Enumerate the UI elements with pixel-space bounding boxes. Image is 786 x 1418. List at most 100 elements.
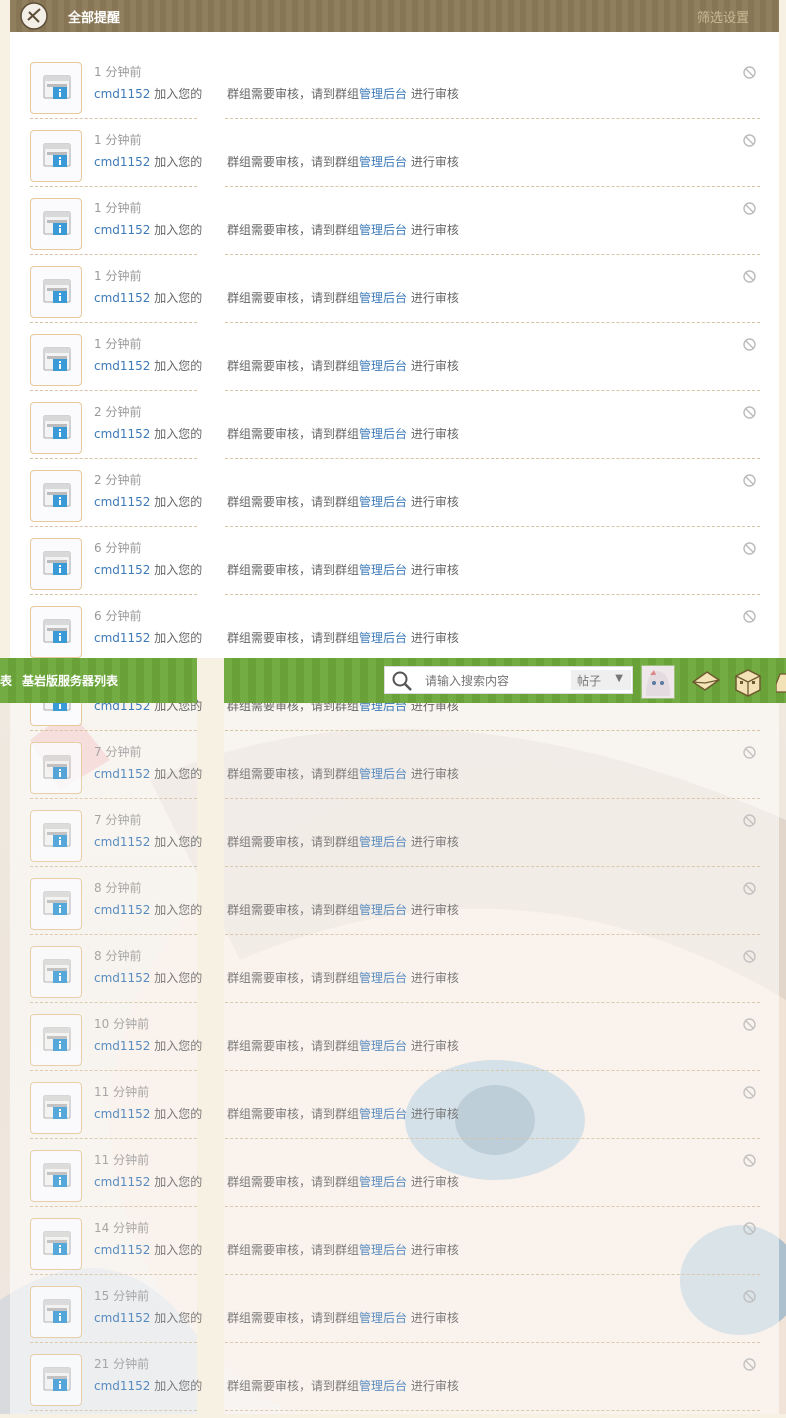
admin-panel-link[interactable]: 管理后台 (359, 903, 407, 917)
group-avatar[interactable] (30, 878, 82, 930)
admin-panel-link[interactable]: 管理后台 (359, 563, 407, 577)
user-link[interactable]: cmd1152 (94, 291, 150, 305)
group-avatar[interactable] (30, 1014, 82, 1066)
search-input[interactable] (423, 672, 557, 690)
box-notification-icon[interactable] (732, 666, 764, 702)
group-avatar[interactable] (30, 266, 82, 318)
join-text: 加入您的 (150, 427, 203, 441)
search-type-select[interactable]: 帖子 ▼ (571, 670, 631, 690)
admin-panel-link[interactable]: 管理后台 (359, 1311, 407, 1325)
ignore-icon[interactable] (743, 1220, 756, 1235)
user-link[interactable]: cmd1152 (94, 835, 150, 849)
ignore-icon[interactable] (743, 1288, 756, 1303)
group-avatar[interactable] (30, 470, 82, 522)
nav-link-cut[interactable]: 表 (0, 672, 12, 689)
admin-panel-link[interactable]: 管理后台 (359, 1175, 407, 1189)
admin-panel-link[interactable]: 管理后台 (359, 767, 407, 781)
join-text: 加入您的 (150, 1107, 203, 1121)
ignore-icon[interactable] (743, 880, 756, 895)
user-link[interactable]: cmd1152 (94, 223, 150, 237)
notification-item: 2 分钟前 cmd1152 加入您的 群组需要审核，请到群组管理后台 进行审核 (30, 466, 760, 534)
group-avatar[interactable] (30, 1082, 82, 1134)
ignore-icon[interactable] (743, 200, 756, 215)
ignore-icon[interactable] (743, 540, 756, 555)
ignore-icon[interactable] (743, 404, 756, 419)
user-link[interactable]: cmd1152 (94, 971, 150, 985)
more-icon[interactable] (775, 666, 786, 700)
notification-text: cmd1152 加入您的 (94, 221, 202, 238)
group-avatar[interactable] (30, 130, 82, 182)
admin-panel-link[interactable]: 管理后台 (359, 359, 407, 373)
admin-panel-link[interactable]: 管理后台 (359, 835, 407, 849)
user-link[interactable]: cmd1152 (94, 155, 150, 169)
mail-icon[interactable] (690, 666, 722, 700)
group-avatar[interactable] (30, 62, 82, 114)
admin-panel-link[interactable]: 管理后台 (359, 1107, 407, 1121)
admin-panel-link[interactable]: 管理后台 (359, 1243, 407, 1257)
search-icon[interactable] (391, 670, 413, 696)
notification-item: 11 分钟前 cmd1152 加入您的 群组需要审核，请到群组管理后台 进行审核 (30, 1146, 760, 1214)
group-avatar[interactable] (30, 946, 82, 998)
group-avatar[interactable] (30, 198, 82, 250)
filter-settings-link[interactable]: 筛选设置 (697, 7, 749, 26)
user-link[interactable]: cmd1152 (94, 631, 150, 645)
group-avatar[interactable] (30, 538, 82, 590)
user-link[interactable]: cmd1152 (94, 495, 150, 509)
notification-time: 2 分钟前 (94, 473, 142, 487)
ignore-icon[interactable] (743, 472, 756, 487)
admin-panel-link[interactable]: 管理后台 (359, 155, 407, 169)
divider (225, 186, 760, 187)
notification-item: 1 分钟前 cmd1152 加入您的 群组需要审核，请到群组管理后台 进行审核 (30, 194, 760, 262)
group-window-icon (43, 211, 71, 235)
ignore-icon[interactable] (743, 608, 756, 623)
user-link[interactable]: cmd1152 (94, 1311, 150, 1325)
ignore-icon[interactable] (743, 948, 756, 963)
group-avatar[interactable] (30, 1150, 82, 1202)
ignore-icon[interactable] (743, 1016, 756, 1031)
user-link[interactable]: cmd1152 (94, 1379, 150, 1393)
admin-panel-link[interactable]: 管理后台 (359, 291, 407, 305)
user-link[interactable]: cmd1152 (94, 767, 150, 781)
user-link[interactable]: cmd1152 (94, 87, 150, 101)
group-window-icon (43, 75, 71, 99)
group-avatar[interactable] (30, 402, 82, 454)
group-window-icon (43, 551, 71, 575)
ignore-icon[interactable] (743, 1084, 756, 1099)
admin-panel-link[interactable]: 管理后台 (359, 1039, 407, 1053)
user-avatar[interactable] (641, 665, 675, 699)
user-link[interactable]: cmd1152 (94, 1107, 150, 1121)
user-link[interactable]: cmd1152 (94, 1243, 150, 1257)
ignore-icon[interactable] (743, 812, 756, 827)
notification-text: cmd1152 加入您的 (94, 493, 202, 510)
user-link[interactable]: cmd1152 (94, 1175, 150, 1189)
group-avatar[interactable] (30, 742, 82, 794)
admin-panel-link[interactable]: 管理后台 (359, 223, 407, 237)
ignore-icon[interactable] (743, 64, 756, 79)
admin-panel-link[interactable]: 管理后台 (359, 427, 407, 441)
admin-panel-link[interactable]: 管理后台 (359, 495, 407, 509)
admin-panel-link[interactable]: 管理后台 (359, 631, 407, 645)
ignore-icon[interactable] (743, 132, 756, 147)
group-avatar[interactable] (30, 1286, 82, 1338)
admin-panel-link[interactable]: 管理后台 (359, 87, 407, 101)
user-link[interactable]: cmd1152 (94, 903, 150, 917)
notification-time: 2 分钟前 (94, 405, 142, 419)
ignore-icon[interactable] (743, 336, 756, 351)
ignore-icon[interactable] (743, 1152, 756, 1167)
ignore-icon[interactable] (743, 744, 756, 759)
group-avatar[interactable] (30, 1354, 82, 1406)
ignore-icon[interactable] (743, 268, 756, 283)
group-avatar[interactable] (30, 810, 82, 862)
admin-panel-link[interactable]: 管理后台 (359, 971, 407, 985)
group-window-icon (43, 1299, 71, 1323)
user-link[interactable]: cmd1152 (94, 359, 150, 373)
user-link[interactable]: cmd1152 (94, 1039, 150, 1053)
group-avatar[interactable] (30, 1218, 82, 1270)
nav-link-bedrock-servers[interactable]: 基岩版服务器列表 (22, 672, 118, 689)
admin-panel-link[interactable]: 管理后台 (359, 1379, 407, 1393)
group-avatar[interactable] (30, 606, 82, 658)
ignore-icon[interactable] (743, 1356, 756, 1371)
user-link[interactable]: cmd1152 (94, 427, 150, 441)
user-link[interactable]: cmd1152 (94, 563, 150, 577)
group-avatar[interactable] (30, 334, 82, 386)
